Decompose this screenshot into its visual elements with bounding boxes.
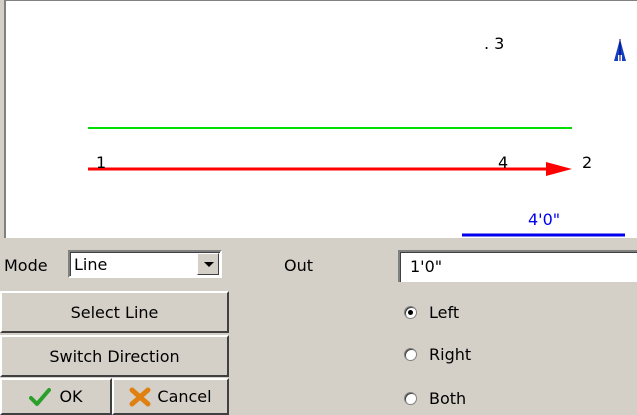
ok-label: OK — [59, 387, 83, 406]
out-input[interactable]: 1'0" — [398, 250, 637, 282]
direction-arrowhead — [546, 162, 572, 176]
radio-both-icon[interactable] — [404, 392, 417, 405]
checkmark-icon — [29, 387, 52, 406]
switch-direction-button[interactable]: Switch Direction — [0, 335, 229, 377]
cancel-x-icon — [129, 387, 151, 406]
side-option-left-label: Left — [429, 303, 460, 322]
mode-value: Line — [74, 255, 108, 274]
drawing-canvas[interactable]: 1 2 . 3 4 4'0" — [4, 0, 637, 238]
switch-direction-label: Switch Direction — [49, 346, 180, 366]
ok-button[interactable]: OK — [0, 378, 112, 415]
north-arrow-icon — [614, 39, 626, 61]
radio-right-icon[interactable] — [404, 348, 417, 361]
side-option-right-label: Right — [429, 345, 472, 364]
side-option-right[interactable]: Right — [404, 345, 471, 364]
mode-label: Mode — [4, 256, 48, 275]
mode-select[interactable]: Line — [68, 250, 222, 278]
dimension-label: 4'0" — [528, 210, 561, 229]
side-option-left[interactable]: Left — [404, 303, 459, 322]
out-value: 1'0" — [410, 257, 443, 276]
radio-left-icon[interactable] — [404, 306, 417, 319]
cancel-button[interactable]: Cancel — [112, 378, 229, 415]
point-label-3: . 3 — [484, 34, 505, 53]
out-label: Out — [284, 256, 314, 275]
select-line-button[interactable]: Select Line — [0, 291, 229, 333]
side-option-both-label: Both — [429, 389, 467, 408]
point-label-1: 1 — [96, 153, 107, 172]
point-label-2: 2 — [582, 153, 593, 172]
cancel-label: Cancel — [157, 387, 212, 406]
side-option-both[interactable]: Both — [404, 389, 466, 408]
chevron-down-icon[interactable] — [197, 253, 219, 275]
select-line-label: Select Line — [70, 302, 159, 322]
drawing-svg — [88, 39, 626, 237]
point-label-4: 4 — [498, 153, 509, 172]
